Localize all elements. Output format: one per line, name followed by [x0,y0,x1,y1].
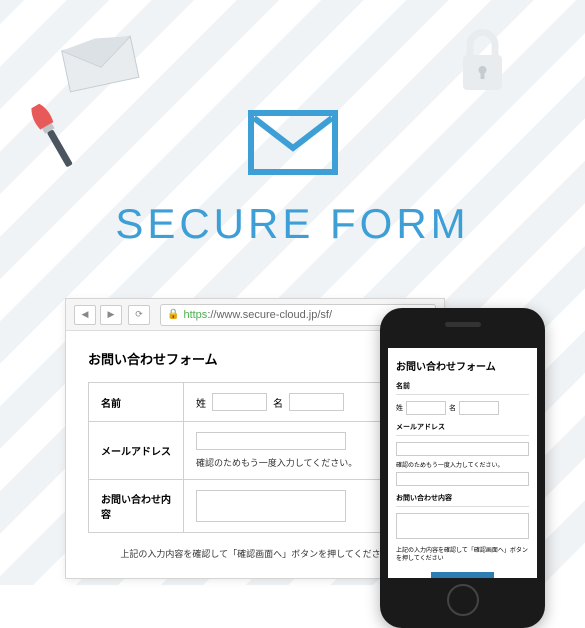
phone-mei-input[interactable] [459,401,499,415]
lock-icon [455,25,510,95]
phone-form-title: お問い合わせフォーム [396,358,529,373]
phone-submit-button[interactable]: 確認画面へ [431,572,494,578]
email-note: 確認のためもう一度入力してください。 [196,456,409,469]
phone-sei-input[interactable] [406,401,446,415]
content-label: お問い合わせ内容 [89,480,184,533]
forward-button[interactable]: ▶ [100,305,122,325]
mei-input[interactable] [289,393,344,411]
url-path: ://www.secure-cloud.jp/sf/ [207,309,332,321]
email-input[interactable] [196,432,346,450]
phone-email-confirm-input[interactable] [396,472,529,486]
phone-sei-label: 姓 [396,403,403,413]
divider [396,506,529,507]
ssl-lock-icon: 🔒 [167,309,179,320]
back-button[interactable]: ◀ [74,305,96,325]
phone-mockup: お問い合わせフォーム 名前 姓 名 メールアドレス 確認のためもう一度入力してく… [380,308,545,628]
form-title: お問い合わせフォーム [88,349,422,368]
name-label: 名前 [89,383,184,422]
phone-mei-label: 名 [449,403,456,413]
refresh-button[interactable]: ⟳ [128,305,150,325]
divider [396,394,529,395]
sei-label: 姓 [196,395,206,410]
mail-logo-icon [248,110,338,180]
page-title: SECURE FORM [0,200,585,248]
divider [396,435,529,436]
url-protocol: https [183,309,207,321]
phone-name-label: 名前 [396,381,529,391]
phone-email-label: メールアドレス [396,422,529,432]
sei-input[interactable] [212,393,267,411]
phone-footer-text: 上記の入力内容を確認して「確認画面へ」ボタンを押してください [396,547,529,564]
content-input[interactable] [196,490,346,522]
mei-label: 名 [273,395,283,410]
phone-email-note: 確認のためもう一度入力してください。 [396,460,529,469]
phone-email-input[interactable] [396,442,529,456]
contact-form: 名前 姓 名 メールアドレス 確認のためもう一度入力してください。 [88,382,422,533]
form-footer-text: 上記の入力内容を確認して「確認画面へ」ボタンを押してください [88,547,422,560]
phone-content-input[interactable] [396,513,529,539]
phone-screen: お問い合わせフォーム 名前 姓 名 メールアドレス 確認のためもう一度入力してく… [388,348,537,578]
phone-content-label: お問い合わせ内容 [396,493,529,503]
email-label: メールアドレス [89,422,184,480]
